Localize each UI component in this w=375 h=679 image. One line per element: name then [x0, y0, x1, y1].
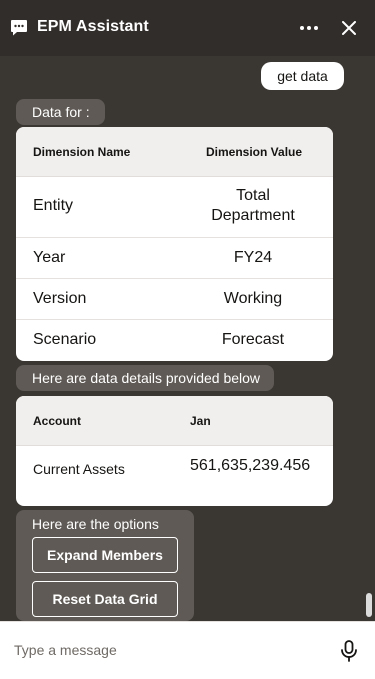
options-label: Here are the options: [32, 516, 159, 532]
table-row: Entity Total Department: [16, 177, 333, 238]
more-horizontal-icon: [300, 26, 318, 30]
table-row: Version Working: [16, 279, 333, 320]
table-row: Year FY24: [16, 238, 333, 279]
more-options-button[interactable]: [296, 17, 322, 39]
column-header-jan: Jan: [190, 414, 211, 428]
dimension-table-header: Dimension Name Dimension Value: [16, 127, 333, 177]
bot-message-details: Here are data details provided below: [16, 365, 274, 391]
dimension-value-cell: FY24: [233, 249, 273, 266]
table-row: Current Assets 561,635,239.456: [16, 446, 333, 506]
dimension-value-cell: Total Department: [211, 187, 295, 224]
expand-members-button[interactable]: Expand Members: [32, 537, 178, 573]
close-icon: [342, 21, 356, 35]
message-composer: [0, 621, 375, 679]
dimension-name-cell: Version: [33, 290, 87, 307]
dimension-value-cell: Forecast: [221, 331, 285, 348]
scrollbar-thumb[interactable]: [366, 593, 372, 617]
account-table-header: Account Jan: [16, 396, 333, 446]
account-value-cell: 561,635,239.456: [190, 457, 311, 474]
table-row: Scenario Forecast: [16, 320, 333, 360]
message-input[interactable]: [14, 636, 324, 664]
column-header-account: Account: [33, 414, 81, 428]
app-title: EPM Assistant: [37, 18, 149, 35]
conversation-pane[interactable]: get data Data for : Dimension Name Dimen…: [0, 56, 375, 621]
bot-message-data-for: Data for :: [16, 99, 105, 125]
account-table: Account Jan Current Assets 561,635,239.4…: [16, 396, 333, 506]
column-header-dimension-name: Dimension Name: [33, 145, 131, 159]
dimension-name-cell: Entity: [33, 197, 74, 214]
close-button[interactable]: [338, 16, 360, 40]
conversation-scrollbar[interactable]: [362, 56, 375, 621]
app-header: EPM Assistant: [0, 0, 375, 56]
column-header-dimension-value: Dimension Value: [206, 145, 303, 159]
reset-data-grid-button[interactable]: Reset Data Grid: [32, 581, 178, 617]
dimension-table: Dimension Name Dimension Value Entity To…: [16, 127, 333, 361]
chat-bubble-icon: [11, 20, 27, 36]
user-message-bubble: get data: [261, 62, 344, 90]
dimension-value-cell: Working: [223, 290, 283, 307]
microphone-icon[interactable]: [339, 640, 359, 662]
dimension-name-cell: Scenario: [33, 331, 97, 348]
options-message: Here are the options Expand Members Rese…: [16, 510, 194, 621]
dimension-name-cell: Year: [33, 249, 66, 266]
account-name-cell: Current Assets: [33, 461, 125, 477]
